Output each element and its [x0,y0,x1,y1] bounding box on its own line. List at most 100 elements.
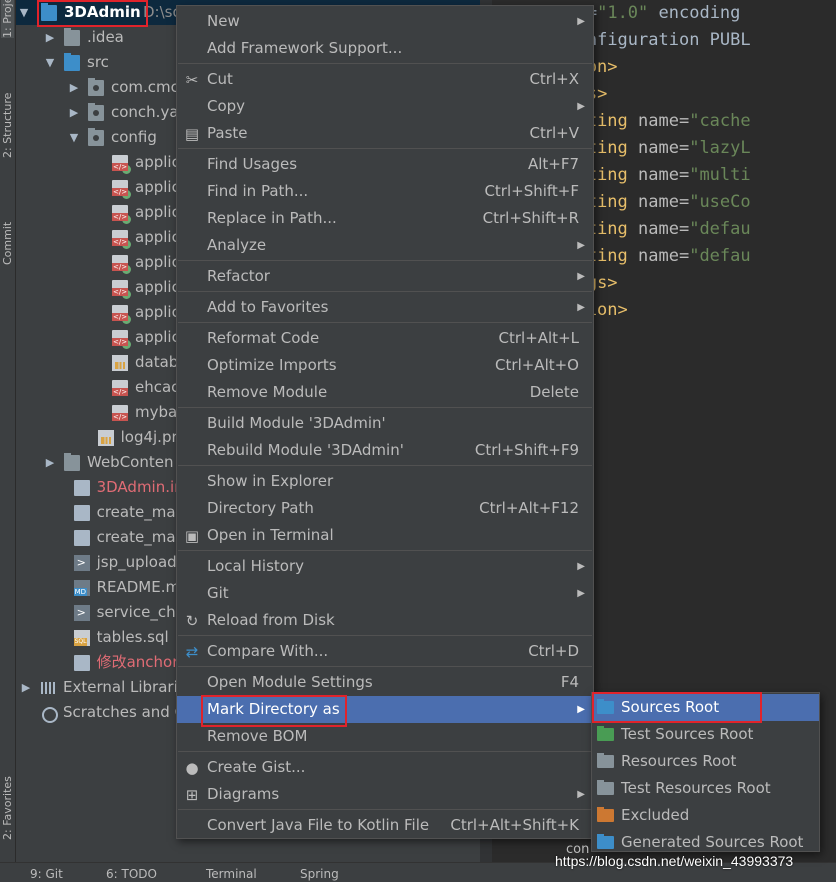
menu-item-shortcut: Delete [529,383,579,401]
project-tool-tab[interactable]: 1: Project [1,0,14,38]
xml-file-icon [112,405,129,421]
scratches-icon [40,705,58,723]
menu-item-label: Optimize Imports [207,356,337,374]
collapse-arrow-icon[interactable]: ▼ [18,0,30,25]
menu-item-label: Git [207,584,229,602]
expand-arrow-icon[interactable]: ▶ [68,75,80,100]
menu-item-remove-module[interactable]: Remove Module Delete [177,379,593,406]
menu-separator [178,635,592,636]
menu-separator [178,148,592,149]
collapse-arrow-icon[interactable]: ▼ [68,125,80,150]
menu-item-create-gist[interactable]: ● Create Gist... [177,754,593,781]
menu-item-new[interactable]: New ▶ [177,8,593,35]
menu-item-local-history[interactable]: Local History ▶ [177,553,593,580]
expand-arrow-icon[interactable]: ▶ [44,25,56,50]
menu-item-reformat-code[interactable]: Reformat Code Ctrl+Alt+L [177,325,593,352]
menu-item-label: Add Framework Support... [207,39,403,57]
terminal-tool-tab[interactable]: Terminal [206,867,257,881]
expand-arrow-icon[interactable]: ▶ [20,675,32,700]
menu-item-git[interactable]: Git ▶ [177,580,593,607]
commit-tool-tab[interactable]: Commit [1,195,14,265]
collapse-arrow-icon[interactable]: ▼ [44,50,56,75]
shell-file-icon [73,605,90,621]
submenu-item-generated-sources-root[interactable]: Generated Sources Root [592,829,819,856]
menu-item-add-to-favorites[interactable]: Add to Favorites ▶ [177,294,593,321]
markdown-file-icon [73,580,90,596]
menu-item-remove-bom[interactable]: Remove BOM [177,723,593,750]
expand-arrow-icon[interactable]: ▶ [68,100,80,125]
menu-item-shortcut: Ctrl+Alt+O [495,356,579,374]
tree-row-label: src [87,53,109,71]
menu-item-label: Rebuild Module '3DAdmin' [207,441,404,459]
menu-item-compare-with[interactable]: ⇄ Compare With... Ctrl+D [177,638,593,665]
menu-item-shortcut: Ctrl+X [529,70,579,88]
tree-row-label: applic [135,203,180,221]
expand-arrow-icon[interactable]: ▶ [44,450,56,475]
submenu-item-resources-root[interactable]: Resources Root [592,748,819,775]
menu-separator [178,63,592,64]
terminal-icon: ▣ [184,527,200,545]
spring-xml-icon [112,305,131,324]
menu-item-label: Paste [207,124,248,142]
menu-item-optimize-imports[interactable]: Optimize Imports Ctrl+Alt+O [177,352,593,379]
menu-item-label: Remove BOM [207,727,308,745]
tree-row-label: applic [135,253,180,271]
submenu-item-test-sources-root[interactable]: Test Sources Root [592,721,819,748]
sources-root-highlight-box [592,692,762,723]
submenu-item-label: Resources Root [621,752,737,770]
text-file-icon [73,655,90,671]
menu-item-directory-path[interactable]: Directory Path Ctrl+Alt+F12 [177,495,593,522]
submenu-arrow-icon: ▶ [577,16,585,27]
structure-tool-tab[interactable]: 2: Structure [1,78,14,158]
submenu-item-test-resources-root[interactable]: Test Resources Root [592,775,819,802]
menu-item-shortcut: Ctrl+V [529,124,579,142]
menu-item-show-in-explorer[interactable]: Show in Explorer [177,468,593,495]
menu-item-build-module-3dadmin[interactable]: Build Module '3DAdmin' [177,410,593,437]
menu-item-label: Directory Path [207,499,314,517]
menu-item-label: Local History [207,557,305,575]
tree-row-label: Scratches and C [63,703,186,721]
menu-item-copy[interactable]: Copy ▶ [177,93,593,120]
spring-xml-icon [112,330,131,349]
menu-item-label: New [207,12,240,30]
menu-item-label: Diagrams [207,785,280,803]
menu-item-refactor[interactable]: Refactor ▶ [177,263,593,290]
menu-item-open-in-terminal[interactable]: ▣ Open in Terminal [177,522,593,549]
tree-row-label: applic [135,228,180,246]
tree-row-label: conch.ya [111,103,179,121]
menu-item-paste[interactable]: ▤ Paste Ctrl+V [177,120,593,147]
menu-separator [178,809,592,810]
menu-item-rebuild-module-3dadmin[interactable]: Rebuild Module '3DAdmin' Ctrl+Shift+F9 [177,437,593,464]
spring-xml-icon [112,180,131,199]
menu-item-open-module-settings[interactable]: Open Module Settings F4 [177,669,593,696]
menu-separator [178,751,592,752]
menu-item-convert-java-file-to-kotlin-file[interactable]: Convert Java File to Kotlin File Ctrl+Alt… [177,812,593,839]
folder-icon [597,726,614,741]
menu-item-add-framework-support[interactable]: Add Framework Support... [177,35,593,62]
menu-item-replace-in-path[interactable]: Replace in Path... Ctrl+Shift+R [177,205,593,232]
package-icon [88,128,104,146]
submenu-item-label: Generated Sources Root [621,833,804,851]
tree-row-label: .idea [87,28,124,46]
menu-item-reload-from-disk[interactable]: ↻ Reload from Disk [177,607,593,634]
tree-row-label: WebConten [87,453,174,471]
menu-item-find-in-path[interactable]: Find in Path... Ctrl+Shift+F [177,178,593,205]
menu-item-cut[interactable]: ✂ Cut Ctrl+X [177,66,593,93]
menu-item-find-usages[interactable]: Find Usages Alt+F7 [177,151,593,178]
diagram-icon: ⊞ [185,786,199,804]
menu-item-analyze[interactable]: Analyze ▶ [177,232,593,259]
todo-tool-tab[interactable]: 6: TODO [106,867,157,881]
reload-icon: ↻ [185,612,199,630]
tree-row-label: README.mc [96,578,189,596]
favorites-tool-tab[interactable]: 2: Favorites [1,760,14,840]
menu-item-diagrams[interactable]: ⊞ Diagrams ▶ [177,781,593,808]
folder-icon [64,28,80,46]
tree-row-label: applic [135,178,180,196]
submenu-item-excluded[interactable]: Excluded [592,802,819,829]
menu-item-label: Reload from Disk [207,611,335,629]
spring-tool-tab[interactable]: Spring [300,867,339,881]
menu-item-shortcut: Ctrl+D [528,642,579,660]
menu-separator [178,291,592,292]
git-tool-tab[interactable]: 9: Git [30,867,63,881]
tree-row-label: 3DAdmin.im [96,478,189,496]
